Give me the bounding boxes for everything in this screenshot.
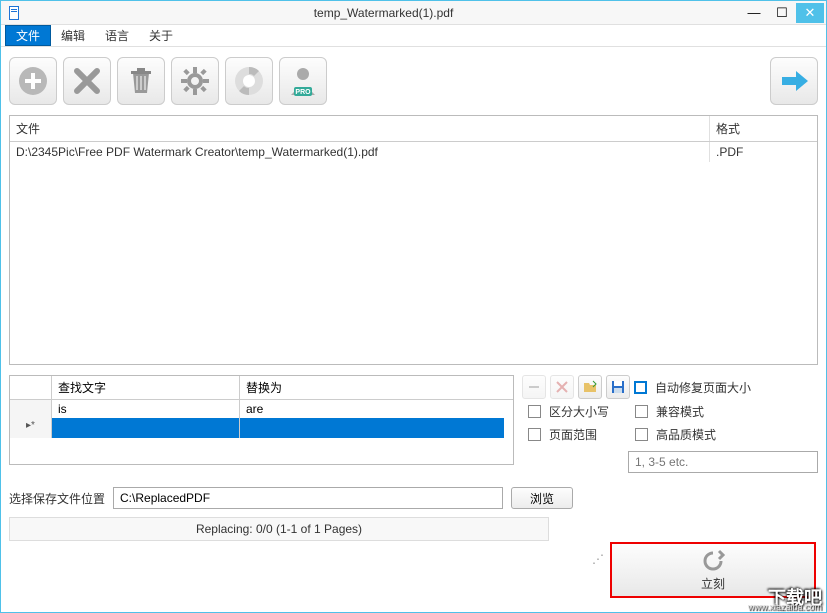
window-title: temp_Watermarked(1).pdf [27,6,740,20]
col-file[interactable]: 文件 [10,116,710,141]
menu-language[interactable]: 语言 [95,25,139,46]
run-label: 立刻 [701,575,725,592]
compat-checkbox[interactable] [635,405,648,418]
find-cell-new[interactable] [52,418,240,438]
file-path-cell: D:\2345Pic\Free PDF Watermark Creator\te… [10,142,710,162]
mid-section: 查找文字 替换为 is are ▸* [9,375,818,473]
hq-label: 高品质模式 [656,426,716,443]
row-handle[interactable] [10,400,52,418]
close-button[interactable]: ✕ [796,3,824,23]
status-text: Replacing: 0/0 (1-1 of 1 Pages) [190,516,368,542]
gear-icon [179,65,211,97]
delete-button[interactable] [117,57,165,105]
menu-about[interactable]: 关于 [139,25,183,46]
options-panel: 自动修复页面大小 区分大小写 页面范围 兼容模式 高品质模式 [522,375,818,473]
resize-grip[interactable]: ⋰ [592,552,604,566]
toolbar: PRO [1,47,826,115]
run-button[interactable]: 立刻 [610,542,816,598]
save-label: 选择保存文件位置 [9,490,105,507]
save-row: 选择保存文件位置 浏览 [9,487,818,509]
replace-table: 查找文字 替换为 is are ▸* [9,375,514,465]
app-icon [7,5,23,21]
lifebuoy-icon [233,65,265,97]
replace-cell-new[interactable] [240,418,504,438]
find-cell[interactable]: is [52,400,240,418]
page-range-input[interactable] [628,451,818,473]
file-list: 文件 格式 D:\2345Pic\Free PDF Watermark Crea… [9,115,818,365]
menu-edit[interactable]: 编辑 [51,25,95,46]
auto-fix-checkbox[interactable] [634,381,647,394]
case-label: 区分大小写 [549,403,609,420]
status-bar: Replacing: 0/0 (1-1 of 1 Pages) [9,517,549,541]
pagerange-checkbox[interactable] [528,428,541,441]
remove-button[interactable] [63,57,111,105]
mini-toolbar: 自动修复页面大小 [522,375,818,399]
menu-file[interactable]: 文件 [5,25,51,46]
compat-label: 兼容模式 [656,403,704,420]
mini-open-button[interactable] [578,375,602,399]
minus-icon [527,380,541,394]
replace-row-new[interactable]: ▸* [10,418,513,438]
row-handle-new[interactable]: ▸* [10,418,52,438]
col-replace[interactable]: 替换为 [240,376,504,399]
plus-circle-icon [17,65,49,97]
mini-delete-button[interactable] [550,375,574,399]
menubar: 文件 编辑 语言 关于 [1,25,826,47]
arrow-right-icon [778,65,810,97]
minimize-button[interactable]: — [740,3,768,23]
content-area: 文件 格式 D:\2345Pic\Free PDF Watermark Crea… [1,115,826,612]
trash-icon [125,65,157,97]
replace-cell[interactable]: are [240,400,504,418]
col-format[interactable]: 格式 [710,116,806,141]
go-button[interactable] [770,57,818,105]
pro-button[interactable]: PRO [279,57,327,105]
hq-checkbox[interactable] [635,428,648,441]
pro-icon: PRO [287,65,319,97]
app-window: temp_Watermarked(1).pdf — ☐ ✕ 文件 编辑 语言 关… [0,0,827,613]
save-icon [611,380,625,394]
help-button[interactable] [225,57,273,105]
pagerange-label: 页面范围 [549,426,597,443]
replace-header: 查找文字 替换为 [10,376,513,400]
replace-handle-col [10,376,52,399]
file-row[interactable]: D:\2345Pic\Free PDF Watermark Creator\te… [10,142,817,162]
maximize-button[interactable]: ☐ [768,3,796,23]
case-checkbox[interactable] [528,405,541,418]
file-list-header: 文件 格式 [10,116,817,142]
add-button[interactable] [9,57,57,105]
settings-button[interactable] [171,57,219,105]
folder-open-icon [583,380,597,394]
refresh-icon [701,549,725,573]
file-format-cell: .PDF [710,142,806,162]
mini-save-button[interactable] [606,375,630,399]
col-find[interactable]: 查找文字 [52,376,240,399]
x-icon [71,65,103,97]
save-path-input[interactable] [113,487,503,509]
titlebar: temp_Watermarked(1).pdf — ☐ ✕ [1,1,826,25]
svg-text:PRO: PRO [295,89,311,96]
mini-remove-button[interactable] [522,375,546,399]
auto-fix-label: 自动修复页面大小 [655,379,751,396]
browse-button[interactable]: 浏览 [511,487,573,509]
x-small-icon [555,380,569,394]
replace-row[interactable]: is are [10,400,513,418]
